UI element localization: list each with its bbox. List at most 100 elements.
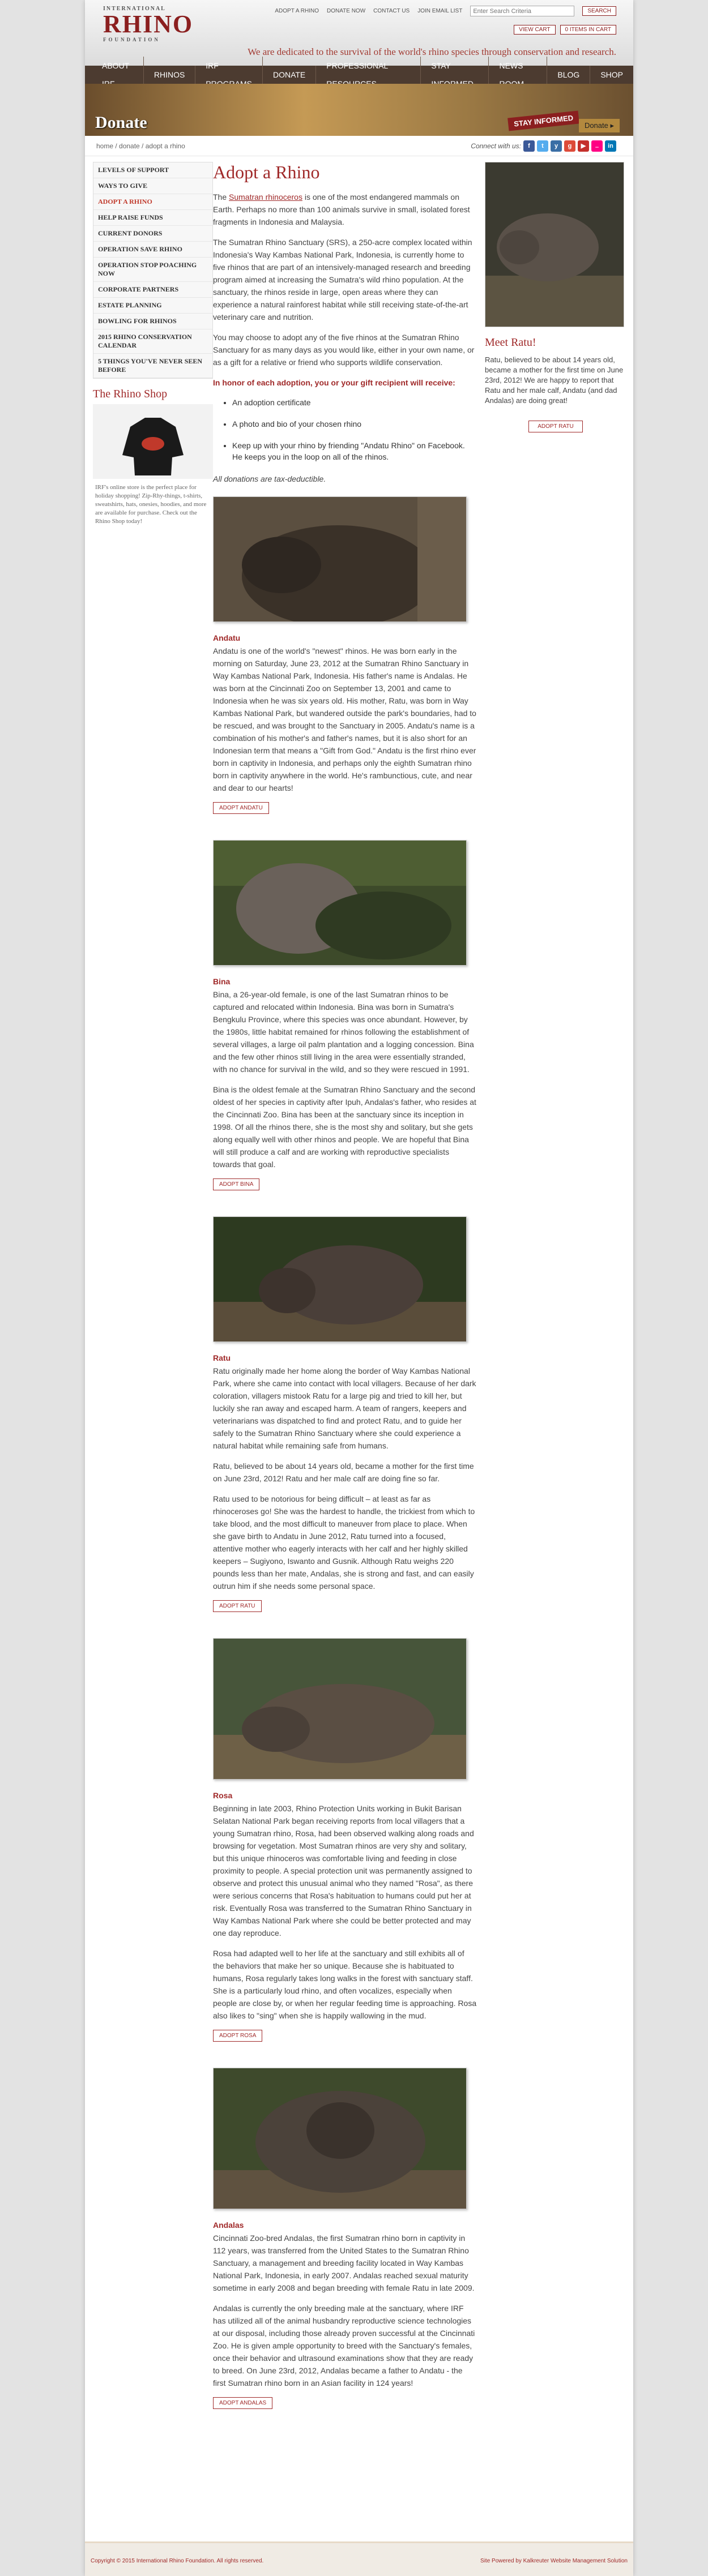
rhino-name-andalas: Andalas (213, 2221, 244, 2230)
hoodie-icon (93, 404, 213, 479)
rhino-photo (214, 1217, 466, 1341)
sidebar-item-stop-poaching[interactable]: OPERATION STOP POACHING NOW (93, 258, 212, 282)
benefit-item: An adoption certificate (232, 397, 477, 408)
rosa-bio-1: Beginning in late 2003, Rhino Protection… (213, 1804, 474, 1938)
banner-title: Donate (95, 113, 147, 132)
powered-by-link[interactable]: Site Powered by Kalkreuter Website Manag… (480, 2558, 628, 2564)
facebook-icon[interactable]: f (523, 140, 535, 152)
benefit-item: A photo and bio of your chosen rhino (232, 418, 477, 430)
utility-nav: ADOPT A RHINO DONATE NOW CONTACT US JOIN… (275, 6, 616, 16)
rosa-bio-2: Rosa had adapted well to her life at the… (213, 1949, 477, 2020)
page: International RHINO Foundation ADOPT A R… (85, 0, 633, 2576)
join-email-link[interactable]: JOIN EMAIL LIST (417, 8, 462, 14)
shop-description: IRF's online store is the perfect place … (95, 484, 207, 525)
andalas-bio-1: Cincinnati Zoo-bred Andalas, the first S… (213, 2234, 475, 2292)
adopt-rosa-button[interactable]: ADOPT ROSA (213, 2030, 263, 2042)
rhino-photo (214, 2068, 466, 2209)
sidebar-item-raise-funds[interactable]: HELP RAISE FUNDS (93, 210, 212, 226)
donate-badge[interactable]: Donate ▸ (578, 119, 620, 132)
connect-label: Connect with us: (471, 142, 521, 150)
site-header: International RHINO Foundation ADOPT A R… (85, 0, 633, 66)
shop-title[interactable]: The Rhino Shop (93, 388, 213, 401)
site-footer: Copyright © 2015 International Rhino Fou… (85, 2541, 633, 2576)
shop-hoodie-image[interactable] (93, 404, 213, 479)
rhino-name-bina: Bina (213, 977, 231, 986)
adopt-bina-button[interactable]: ADOPT BINA (213, 1178, 260, 1190)
sidebar-item-bowling[interactable]: BOWLING FOR RHINOS (93, 314, 212, 329)
sidebar-item-donors[interactable]: CURRENT DONORS (93, 226, 212, 242)
andatu-bio: Andatu is one of the world's "newest" rh… (213, 646, 476, 792)
ratu-feature-photo (485, 162, 624, 327)
search-button[interactable]: SEARCH (582, 6, 616, 16)
video-icon[interactable]: ▶ (578, 140, 589, 152)
rosa-photo (213, 1638, 467, 1780)
sidebar-item-adopt[interactable]: ADOPT A RHINO (93, 194, 212, 210)
irf-logo[interactable]: International RHINO Foundation (103, 6, 194, 58)
cart-row: VIEW CART 0 ITEMS IN CART (514, 25, 616, 35)
andalas-bio-2: Andalas is currently the only breeding m… (213, 2304, 475, 2388)
adopt-andatu-button[interactable]: ADOPT ANDATU (213, 802, 269, 814)
bina-bio-2: Bina is the oldest female at the Sumatra… (213, 1085, 476, 1169)
adopt-ratu-button[interactable]: ADOPT RATU (213, 1600, 262, 1612)
rhino-name-rosa: Rosa (213, 1791, 233, 1800)
rhino-name-ratu: Ratu (213, 1353, 231, 1362)
sidebar-item-ways[interactable]: WAYS TO GIVE (93, 178, 212, 194)
rhino-photo (214, 497, 466, 622)
honor-heading: In honor of each adoption, you or your g… (213, 378, 455, 387)
sidebar-item-estate[interactable]: ESTATE PLANNING (93, 298, 212, 314)
benefit-item: Keep up with your rhino by friending "An… (232, 440, 477, 462)
linkedin-icon[interactable]: in (605, 140, 616, 152)
stay-informed-badge[interactable]: STAY INFORMED (507, 110, 579, 131)
sanctuary-paragraph: The Sumatran Rhino Sanctuary (SRS), a 25… (213, 238, 472, 322)
contact-link[interactable]: CONTACT US (373, 8, 410, 14)
twitter-icon[interactable]: t (537, 140, 548, 152)
sidebar-item-levels[interactable]: LEVELS OF SUPPORT (93, 162, 212, 178)
page-banner: Donate STAY INFORMED Donate ▸ (85, 84, 633, 136)
nav-rhinos[interactable]: RHINOS (144, 66, 196, 84)
breadcrumb[interactable]: home / donate / adopt a rhino (96, 142, 185, 150)
tax-note: All donations are tax-deductible. (213, 474, 326, 483)
search-input[interactable] (470, 6, 575, 16)
cart-count-button[interactable]: 0 ITEMS IN CART (560, 25, 616, 35)
rhino-name-andatu: Andatu (213, 633, 241, 642)
meet-ratu-text: Ratu, believed to be about 14 years old,… (485, 355, 624, 405)
adopt-ratu-side-button[interactable]: ADOPT RATU (528, 421, 583, 432)
andatu-photo (213, 496, 467, 622)
choose-paragraph: You may choose to adopt any of the five … (213, 333, 475, 367)
nav-blog[interactable]: BLOG (547, 66, 591, 84)
nav-donate[interactable]: DONATE (263, 66, 317, 84)
rhino-photo (485, 162, 624, 327)
sidebar-nav: LEVELS OF SUPPORT WAYS TO GIVE ADOPT A R… (93, 162, 213, 379)
donate-now-link[interactable]: DONATE NOW (327, 8, 365, 14)
sidebar-item-partners[interactable]: CORPORATE PARTNERS (93, 282, 212, 298)
sidebar: LEVELS OF SUPPORT WAYS TO GIVE ADOPT A R… (93, 162, 213, 530)
logo-line-2: RHINO (103, 10, 194, 38)
breadcrumb-row: home / donate / adopt a rhino Connect wi… (85, 136, 633, 156)
view-cart-button[interactable]: VIEW CART (514, 25, 556, 35)
googleplus-icon[interactable]: g (564, 140, 575, 152)
ratu-bio-2: Ratu, believed to be about 14 years old,… (213, 1461, 474, 1483)
ratu-photo (213, 1216, 467, 1342)
benefits-list: An adoption certificate A photo and bio … (232, 397, 477, 462)
copyright: Copyright © 2015 International Rhino Fou… (91, 2558, 264, 2564)
meet-ratu-title: Meet Ratu! (485, 336, 536, 349)
ratu-bio-1: Ratu originally made her home along the … (213, 1366, 476, 1450)
andalas-photo (213, 2068, 467, 2209)
ratu-bio-3: Ratu used to be notorious for being diff… (213, 1494, 475, 1591)
sumatran-rhino-link[interactable]: Sumatran rhinoceros (229, 192, 302, 202)
page-title: Adopt a Rhino (213, 162, 320, 182)
sidebar-item-calendar[interactable]: 2015 RHINO CONSERVATION CALENDAR (93, 329, 212, 354)
rhino-photo (214, 1639, 466, 1779)
nav-shop[interactable]: SHOP (590, 66, 633, 84)
bina-photo (213, 840, 467, 966)
main-content: Adopt a Rhino The Sumatran rhinoceros is… (213, 162, 477, 2415)
sidebar-item-five-things[interactable]: 5 THINGS YOU'VE NEVER SEEN BEFORE (93, 354, 212, 378)
right-column: Meet Ratu! Ratu, believed to be about 14… (485, 162, 626, 432)
tagline: We are dedicated to the survival of the … (248, 46, 616, 57)
flickr-icon[interactable]: .. (591, 140, 603, 152)
adopt-link[interactable]: ADOPT A RHINO (275, 8, 319, 14)
main-nav: ABOUT IRF RHINOS IRF PROGRAMS DONATE PRO… (85, 57, 633, 93)
youtube-icon[interactable]: y (551, 140, 562, 152)
adopt-andalas-button[interactable]: ADOPT ANDALAS (213, 2397, 273, 2409)
sidebar-item-save-rhino[interactable]: OPERATION SAVE RHINO (93, 242, 212, 258)
